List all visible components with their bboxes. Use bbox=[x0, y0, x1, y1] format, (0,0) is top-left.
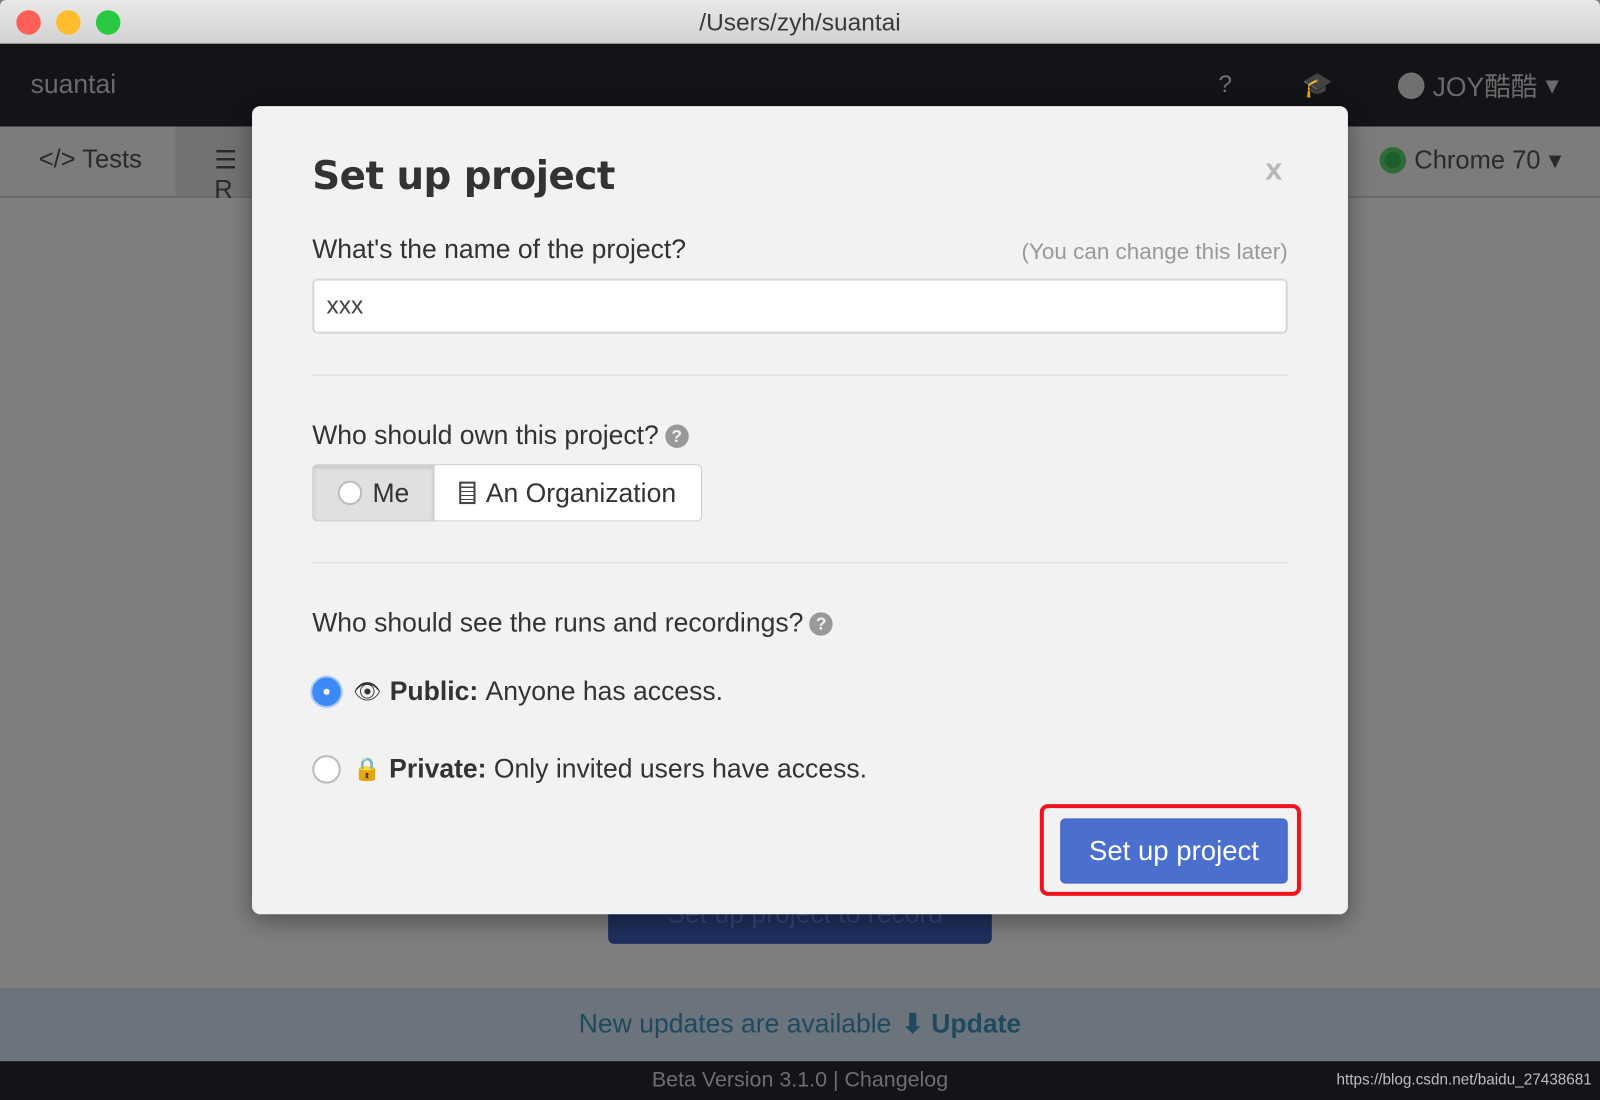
window-titlebar: /Users/zyh/suantai bbox=[0, 0, 1600, 44]
project-name: suantai bbox=[30, 68, 117, 99]
visibility-label: Who should see the runs and recordings?? bbox=[312, 607, 833, 639]
close-icon[interactable]: x bbox=[1265, 153, 1282, 188]
owner-organization-button[interactable]: An Organization bbox=[434, 465, 701, 521]
divider bbox=[312, 374, 1288, 376]
graduation-cap-icon[interactable]: 🎓 bbox=[1302, 70, 1333, 100]
tab-label: Tests bbox=[82, 144, 142, 174]
tab-tests[interactable]: </> Tests bbox=[39, 145, 142, 175]
owner-me-label: Me bbox=[372, 477, 410, 508]
divider bbox=[312, 562, 1288, 564]
eye-icon: 👁 bbox=[353, 678, 382, 704]
owner-toggle: Me An Organization bbox=[312, 464, 702, 522]
tab-label: R bbox=[214, 175, 233, 205]
project-name-label: What's the name of the project? bbox=[312, 233, 686, 265]
user-menu[interactable]: JOY酷酷 ▾ bbox=[1397, 66, 1559, 104]
caret-down-icon: ▾ bbox=[1545, 69, 1559, 100]
update-banner: New updates are available ⬇ Update bbox=[0, 987, 1600, 1062]
browser-select[interactable]: Chrome 70 ▾ bbox=[1379, 145, 1562, 176]
building-icon bbox=[459, 481, 476, 505]
private-radio[interactable] bbox=[312, 754, 341, 784]
update-link[interactable]: ⬇ Update bbox=[902, 1008, 1022, 1039]
user-name: JOY酷酷 bbox=[1432, 71, 1538, 103]
public-option[interactable]: 👁 Public: Anyone has access. bbox=[312, 676, 723, 708]
watermark-url: https://blog.csdn.net/baidu_27438681 bbox=[1336, 1071, 1592, 1089]
dialog-title: Set up project bbox=[312, 153, 615, 198]
help-icon[interactable]: ? bbox=[1218, 70, 1232, 99]
setup-project-dialog: Set up project x What's the name of the … bbox=[252, 106, 1348, 915]
owner-label: Who should own this project?? bbox=[312, 419, 689, 451]
public-title: Public: bbox=[389, 675, 479, 707]
private-option[interactable]: 🔒 Private: Only invited users have access… bbox=[312, 753, 867, 785]
owner-me-button[interactable]: Me bbox=[313, 465, 435, 521]
window-title: /Users/zyh/suantai bbox=[699, 9, 901, 37]
visibility-label-text: Who should see the runs and recordings? bbox=[312, 607, 804, 638]
footer: Beta Version 3.1.0 | Changelog https://bl… bbox=[0, 1061, 1600, 1100]
version-text: Beta Version 3.1.0 bbox=[651, 1068, 827, 1092]
project-name-hint: (You can change this later) bbox=[1021, 238, 1288, 265]
public-radio[interactable] bbox=[312, 677, 341, 706]
browser-label: Chrome 70 bbox=[1414, 145, 1541, 174]
download-icon: ⬇ bbox=[901, 1008, 924, 1039]
user-icon bbox=[337, 480, 363, 506]
public-desc: Anyone has access. bbox=[485, 675, 724, 707]
update-text: New updates are available bbox=[578, 1008, 892, 1039]
avatar bbox=[1397, 71, 1425, 99]
help-icon[interactable]: ? bbox=[664, 424, 689, 448]
caret-down-icon: ▾ bbox=[1548, 145, 1562, 175]
project-name-input[interactable] bbox=[312, 278, 1288, 334]
database-icon: ☰ R bbox=[214, 145, 238, 205]
owner-label-text: Who should own this project? bbox=[312, 419, 659, 450]
help-icon[interactable]: ? bbox=[809, 612, 833, 636]
update-link-label: Update bbox=[931, 1008, 1022, 1039]
private-title: Private: bbox=[389, 753, 487, 784]
chrome-icon bbox=[1379, 146, 1407, 174]
changelog-link[interactable]: Changelog bbox=[844, 1068, 948, 1091]
code-icon: </> bbox=[38, 144, 76, 174]
set-up-project-button[interactable]: Set up project bbox=[1060, 818, 1288, 884]
lock-icon: 🔒 bbox=[353, 755, 382, 782]
private-desc: Only invited users have access. bbox=[493, 753, 867, 784]
tab-runs[interactable]: ☰ R bbox=[175, 126, 258, 204]
owner-org-label: An Organization bbox=[485, 477, 677, 508]
